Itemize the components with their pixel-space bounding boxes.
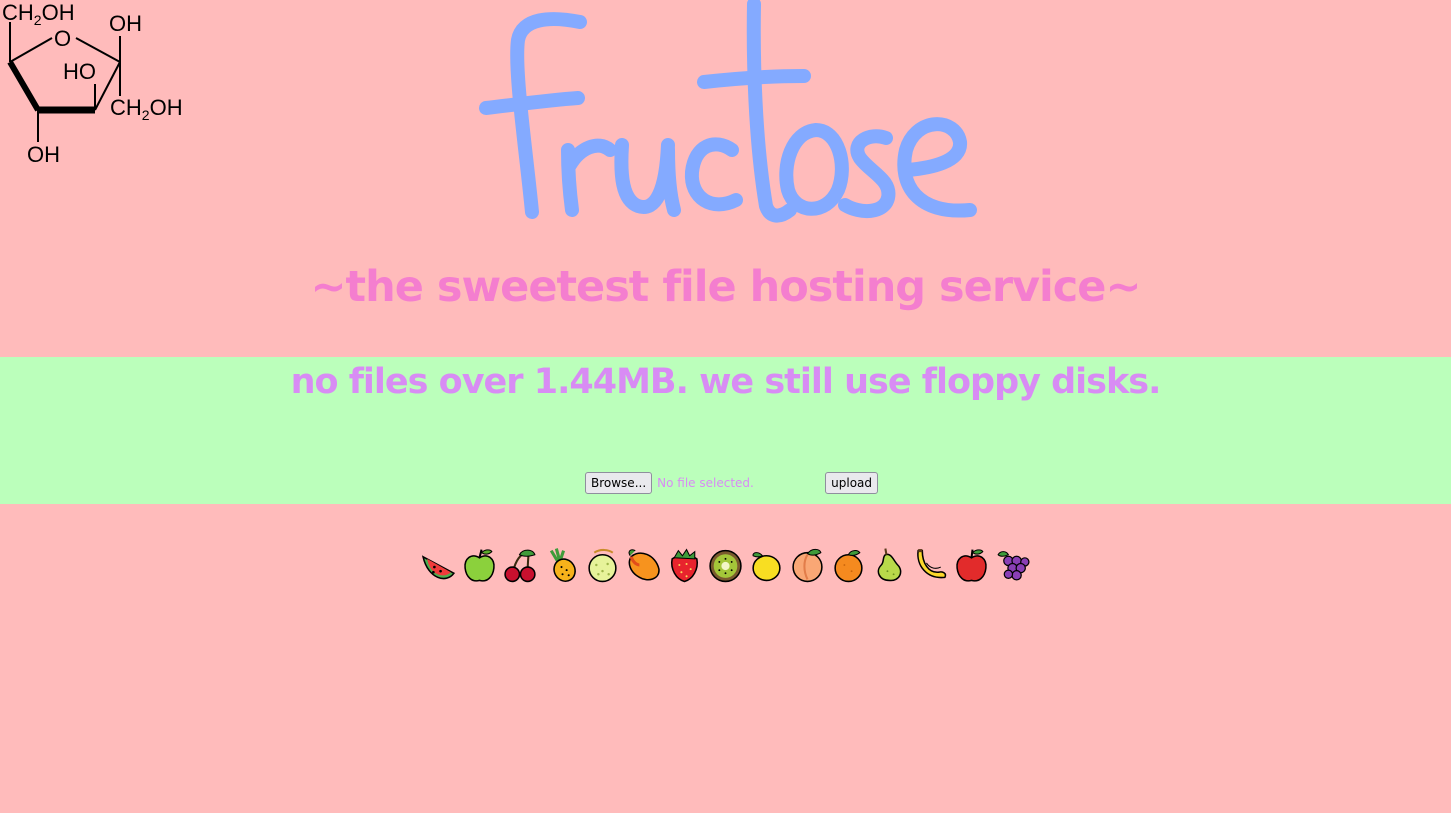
ho-inner-label: HO [63, 59, 96, 84]
ch2oh-top-label: CH [2, 0, 34, 25]
ch2oh-right-oh: OH [150, 95, 183, 120]
svg-text:CH2OH: CH2OH [2, 0, 75, 28]
fruit-row [0, 546, 1451, 584]
page: CH2OH OH O HO CH2OH OH ~the sweetest fil… [0, 0, 1451, 813]
file-status-text: No file selected. [657, 476, 754, 490]
mango-icon [625, 546, 662, 584]
lemon-icon [748, 546, 785, 584]
pear-icon [871, 546, 908, 584]
strawberry-icon [666, 546, 703, 584]
ring-oxygen-label: O [54, 26, 71, 51]
size-limit-notice: no files over 1.44MB. we still use flopp… [290, 362, 1162, 402]
upload-form: Browse... No file selected. upload [585, 472, 879, 494]
fructose-molecule-diagram: CH2OH OH O HO CH2OH OH [2, 0, 183, 167]
melon-icon [584, 546, 621, 584]
cherries-icon [502, 546, 539, 584]
upload-button[interactable]: upload [825, 472, 879, 494]
tagline: ~the sweetest file hosting service~ [310, 262, 1142, 312]
ch2oh-top-subscript: 2 [34, 12, 42, 28]
oh-top-right-label: OH [109, 11, 142, 36]
browse-button[interactable]: Browse... [585, 472, 653, 494]
ch2oh-right-subscript: 2 [142, 107, 150, 123]
svg-text:CH2OH: CH2OH [110, 95, 183, 123]
green-apple-icon [461, 546, 498, 584]
watermelon-icon [420, 546, 457, 584]
grapes-icon [994, 546, 1031, 584]
tangerine-icon [830, 546, 867, 584]
oh-bottom-label: OH [27, 142, 60, 167]
pineapple-icon [543, 546, 580, 584]
banana-icon [912, 546, 949, 584]
upload-band: no files over 1.44MB. we still use flopp… [0, 357, 1451, 504]
peach-icon [789, 546, 826, 584]
ch2oh-top-oh: OH [42, 0, 75, 25]
kiwi-icon [707, 546, 744, 584]
red-apple-icon [953, 546, 990, 584]
ch2oh-right-label: CH [110, 95, 142, 120]
fructose-logo [479, 0, 977, 223]
